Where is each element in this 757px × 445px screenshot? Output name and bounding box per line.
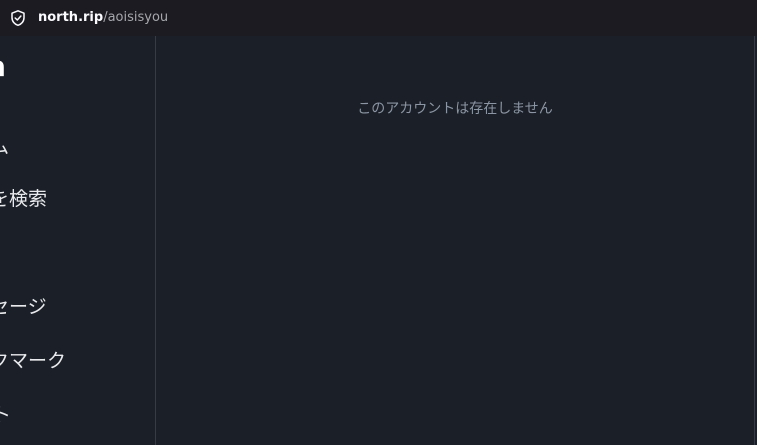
sidebar-item-messages[interactable]: セージ [0, 292, 47, 319]
address-bar[interactable]: north.rip/aoisisyou [0, 0, 757, 36]
url-text[interactable]: north.rip/aoisisyou [38, 9, 168, 27]
url-host: north.rip [38, 10, 104, 25]
browser-toolbar: north.rip/aoisisyou [0, 0, 757, 36]
sidebar: n o ム を検索 セージ クマーク ト [0, 36, 156, 445]
sidebar-item-lists[interactable]: ト [0, 400, 11, 427]
brand-logo[interactable]: n [0, 50, 6, 83]
column-divider [754, 36, 755, 445]
url-path: /aoisisyou [103, 10, 169, 25]
main-content: このアカウントは存在しません [156, 36, 754, 445]
shield-check-icon[interactable] [9, 9, 27, 27]
sidebar-item-home[interactable]: ム [0, 132, 9, 159]
account-not-found-message: このアカウントは存在しません [357, 101, 553, 117]
sidebar-item-search[interactable]: を検索 [0, 184, 47, 211]
sidebar-item-bookmarks[interactable]: クマーク [0, 346, 66, 373]
